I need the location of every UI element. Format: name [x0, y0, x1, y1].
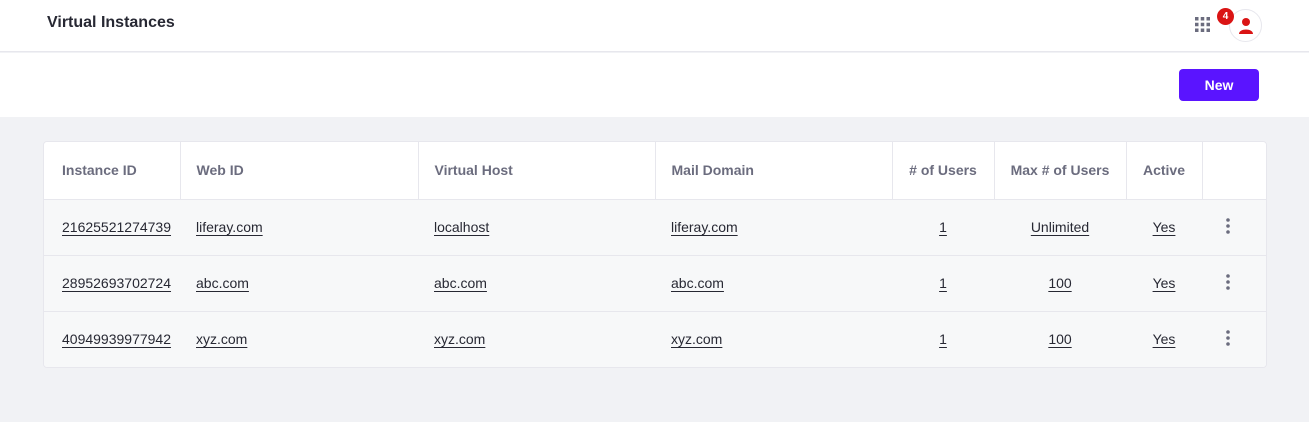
max-users-link[interactable]: 100 [1048, 331, 1071, 347]
web-id-link[interactable]: liferay.com [196, 219, 263, 235]
virtual-host-link[interactable]: abc.com [434, 275, 487, 291]
web-id-link[interactable]: abc.com [196, 275, 249, 291]
kebab-icon[interactable] [1218, 272, 1238, 292]
users-count-link[interactable]: 1 [939, 275, 947, 291]
user-avatar-button[interactable] [1229, 9, 1262, 42]
mail-domain-link[interactable]: liferay.com [671, 219, 738, 235]
instance-id-link[interactable]: 28952693702724 [62, 275, 171, 291]
new-button[interactable]: New [1179, 69, 1259, 101]
active-status-link[interactable]: Yes [1153, 275, 1176, 291]
virtual-instances-table: Instance ID Web ID Virtual Host Mail Dom… [43, 141, 1267, 368]
column-header-virtual-host[interactable]: Virtual Host [417, 142, 655, 200]
management-toolbar: New [0, 53, 1309, 117]
user-icon [1239, 18, 1253, 34]
virtual-host-link[interactable]: localhost [434, 219, 489, 235]
active-status-link[interactable]: Yes [1153, 331, 1176, 347]
column-header-actions [1201, 142, 1266, 200]
max-users-link[interactable]: 100 [1048, 275, 1071, 291]
column-header-active[interactable]: Active [1125, 142, 1202, 200]
max-users-link[interactable]: Unlimited [1031, 219, 1089, 235]
users-count-link[interactable]: 1 [939, 331, 947, 347]
users-count-link[interactable]: 1 [939, 219, 947, 235]
mail-domain-link[interactable]: abc.com [671, 275, 724, 291]
mail-domain-link[interactable]: xyz.com [671, 331, 722, 347]
table-row: 40949939977942 xyz.com xyz.com xyz.com 1… [44, 311, 1266, 367]
instance-id-link[interactable]: 40949939977942 [62, 331, 171, 347]
instance-id-link[interactable]: 21625521274739 [62, 219, 171, 235]
column-header-web-id[interactable]: Web ID [179, 142, 418, 200]
column-header-users[interactable]: # of Users [891, 142, 994, 200]
web-id-link[interactable]: xyz.com [196, 331, 247, 347]
top-navigation-bar: Virtual Instances 4 [0, 0, 1309, 52]
kebab-icon[interactable] [1218, 216, 1238, 236]
active-status-link[interactable]: Yes [1153, 219, 1176, 235]
column-header-instance-id[interactable]: Instance ID [44, 142, 180, 200]
column-header-mail-domain[interactable]: Mail Domain [654, 142, 892, 200]
virtual-host-link[interactable]: xyz.com [434, 331, 485, 347]
table-row: 28952693702724 abc.com abc.com abc.com 1… [44, 255, 1266, 312]
grid-icon[interactable] [1195, 17, 1210, 32]
kebab-icon[interactable] [1218, 328, 1238, 348]
page-title: Virtual Instances [47, 14, 175, 31]
notification-badge[interactable]: 4 [1217, 8, 1234, 25]
table-header-row: Instance ID Web ID Virtual Host Mail Dom… [44, 142, 1266, 200]
column-header-max-users[interactable]: Max # of Users [993, 142, 1126, 200]
table-row: 21625521274739 liferay.com localhost lif… [44, 199, 1266, 256]
